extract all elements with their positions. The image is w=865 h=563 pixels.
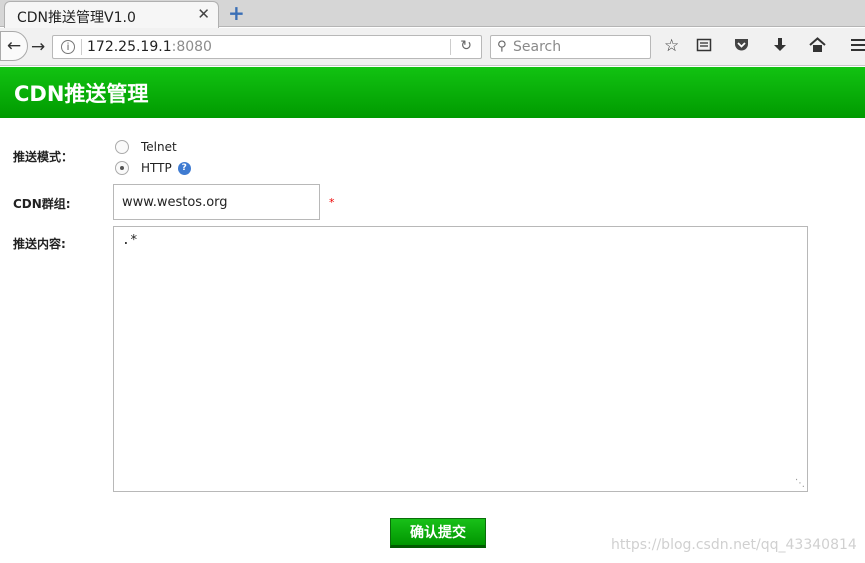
close-tab-icon[interactable]: ✕ — [197, 5, 210, 23]
search-input[interactable] — [513, 37, 647, 57]
telnet-radio[interactable] — [115, 140, 129, 154]
search-bar: ⚲ — [490, 35, 651, 59]
nav-bar: ← → i 172.25.19.1:8080 ↻ ⚲ ☆ — [0, 28, 865, 66]
tab-strip: CDN推送管理V1.0 ✕ + — [0, 0, 865, 28]
url-host: 172.25.19.1 — [87, 39, 172, 55]
pocket-icon[interactable] — [733, 37, 750, 57]
push-mode-label: 推送模式： — [13, 150, 74, 164]
url-divider — [81, 39, 82, 55]
push-content-textarea[interactable]: .* — [113, 226, 808, 492]
menu-icon[interactable] — [851, 37, 865, 57]
page-title: CDN推送管理 — [14, 82, 149, 106]
telnet-label: Telnet — [141, 140, 177, 154]
url-divider — [450, 39, 451, 55]
forward-icon[interactable]: → — [31, 37, 45, 57]
search-icon: ⚲ — [497, 39, 507, 54]
browser-tab[interactable]: CDN推送管理V1.0 ✕ — [4, 1, 219, 28]
url-port: :8080 — [171, 39, 212, 55]
url-bar[interactable]: i 172.25.19.1:8080 ↻ — [52, 35, 482, 59]
cdn-group-label: CDN群组: — [13, 197, 71, 211]
star-icon[interactable]: ☆ — [664, 37, 679, 55]
info-icon[interactable]: i — [61, 40, 75, 54]
home-icon[interactable] — [809, 37, 826, 57]
radio-option-http[interactable]: HTTP ? — [115, 159, 191, 177]
push-content-label: 推送内容: — [13, 237, 66, 251]
reload-icon[interactable]: ↻ — [460, 38, 472, 54]
url-text[interactable]: 172.25.19.1:8080 — [87, 39, 212, 55]
tab-title: CDN推送管理V1.0 — [17, 10, 136, 26]
watermark: https://blog.csdn.net/qq_43340814 — [611, 537, 857, 553]
required-marker: * — [329, 196, 335, 209]
radio-option-telnet[interactable]: Telnet — [115, 138, 177, 156]
page-header: CDN推送管理 — [0, 67, 865, 118]
reading-list-icon[interactable] — [696, 37, 712, 57]
help-icon[interactable]: ? — [177, 161, 191, 175]
http-label: HTTP — [141, 161, 172, 175]
new-tab-icon[interactable]: + — [228, 2, 245, 24]
http-radio[interactable] — [115, 161, 129, 175]
download-icon[interactable] — [772, 37, 788, 57]
submit-button[interactable]: 确认提交 — [390, 518, 486, 548]
resize-handle-icon[interactable]: ⋱ — [795, 479, 805, 489]
back-icon[interactable]: ← — [0, 31, 28, 61]
cdn-group-input[interactable] — [113, 184, 320, 220]
